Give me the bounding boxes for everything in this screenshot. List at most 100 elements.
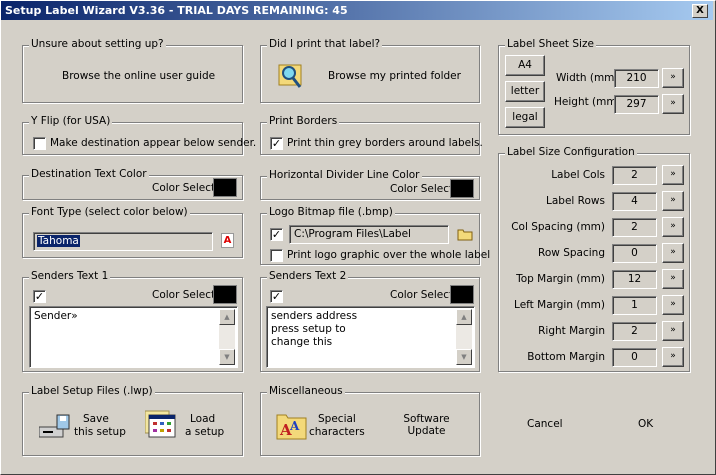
config-row-label: Left Margin (mm) [514, 299, 605, 311]
legal-button[interactable]: legal [505, 107, 545, 128]
senders-text-2-color-label: Color Select [390, 289, 454, 301]
config-row-more-button[interactable]: » [662, 165, 684, 185]
config-row-field[interactable]: 4 [612, 192, 657, 211]
special-label-2: characters [309, 426, 365, 438]
guide-legend: Unsure about setting up? [29, 38, 166, 50]
config-row-field[interactable]: 2 [612, 322, 657, 341]
config-row-more-button[interactable]: » [662, 347, 684, 367]
sheet-size-group: Label Sheet Size A4 letter legal Width (… [498, 38, 690, 135]
logo-legend: Logo Bitmap file (.bmp) [267, 206, 395, 218]
destination-color-swatch[interactable] [213, 178, 237, 197]
setup-files-group: Label Setup Files (.lwp) Save this setup… [22, 385, 243, 456]
close-button[interactable]: X [692, 4, 708, 18]
window-title: Setup Label Wizard V3.36 - TRIAL DAYS RE… [5, 4, 348, 17]
scroll-up-icon[interactable]: ▲ [219, 309, 235, 325]
senders-text-2-textarea[interactable]: senders address press setup to change th… [266, 306, 475, 368]
config-row-label: Top Margin (mm) [516, 273, 605, 285]
logo-checkbox[interactable]: ✓ [270, 228, 283, 241]
special-characters-button[interactable]: AA Special characters [276, 409, 376, 445]
config-row-field[interactable]: 2 [612, 218, 657, 237]
config-row-more-button[interactable]: » [662, 269, 684, 289]
font-picker-icon[interactable]: A [221, 233, 234, 248]
borders-checkbox[interactable]: ✓ [270, 137, 283, 150]
a4-button[interactable]: A4 [505, 55, 545, 76]
scrollbar[interactable]: ▲ ▼ [456, 309, 472, 365]
senders-text-2-group: Senders Text 2 ✓ Color Select senders ad… [260, 270, 480, 372]
borders-group: Print Borders ✓ Print thin grey borders … [260, 115, 483, 155]
senders-text-2-line: press setup to [271, 323, 346, 335]
senders-text-1-checkbox[interactable]: ✓ [33, 290, 46, 303]
divider-color-swatch[interactable] [450, 179, 474, 198]
title-bar: Setup Label Wizard V3.36 - TRIAL DAYS RE… [1, 1, 713, 20]
update-label-1: Software [403, 413, 450, 425]
printed-legend: Did I print that label? [267, 38, 383, 50]
font-legend: Font Type (select color below) [29, 206, 190, 218]
config-row-field[interactable]: 0 [612, 348, 657, 367]
height-field[interactable]: 297 [614, 95, 659, 114]
sheet-legend: Label Sheet Size [505, 38, 596, 50]
ok-button[interactable]: OK [638, 418, 653, 430]
senders-text-1-textarea[interactable]: Sender» ▲ ▼ [29, 306, 238, 368]
config-row-more-button[interactable]: » [662, 295, 684, 315]
scroll-up-icon[interactable]: ▲ [456, 309, 472, 325]
yflip-checkbox[interactable] [33, 137, 46, 150]
config-row-field[interactable]: 2 [612, 166, 657, 185]
letter-button[interactable]: letter [505, 81, 545, 102]
senders-text-1-group: Senders Text 1 ✓ Color Select Sender» ▲ ▼ [22, 270, 243, 372]
size-config-group: Label Size Configuration Label Cols 2 » Lab… [498, 146, 690, 372]
config-row-field[interactable]: 1 [612, 296, 657, 315]
senders-text-2-color-swatch[interactable] [450, 285, 474, 304]
save-label-2: this setup [74, 426, 126, 438]
load-setup-button[interactable]: Load a setup [145, 409, 235, 445]
senders-text-2-line: change this [271, 336, 333, 348]
load-label-2: a setup [185, 426, 225, 438]
config-row-label: Label Cols [551, 169, 605, 181]
divider-color-group: Horizontal Divider Line Color Color Sele… [260, 169, 480, 200]
logo-whole-checkbox[interactable] [270, 249, 283, 262]
misc-group: Miscellaneous AA Special characters Soft… [260, 385, 480, 456]
senders-text-1-color-swatch[interactable] [213, 285, 237, 304]
config-row-more-button[interactable]: » [662, 321, 684, 341]
browse-printed-button[interactable]: Browse my printed folder [328, 70, 461, 82]
config-row-field[interactable]: 0 [612, 244, 657, 263]
height-more-button[interactable]: » [662, 94, 684, 114]
update-label-2: Update [407, 425, 446, 437]
folder-search-icon [278, 64, 302, 88]
yflip-legend: Y Flip (for USA) [29, 115, 113, 127]
size-config-legend: Label Size Configuration [505, 146, 637, 158]
load-setup-icon [145, 410, 176, 438]
width-label: Width (mm) [556, 72, 619, 84]
scroll-down-icon[interactable]: ▼ [219, 349, 235, 365]
misc-legend: Miscellaneous [267, 385, 345, 397]
cancel-button[interactable]: Cancel [527, 418, 563, 430]
senders-text-2-checkbox[interactable]: ✓ [270, 290, 283, 303]
font-value: Tahoma [37, 235, 80, 247]
logo-group: Logo Bitmap file (.bmp) ✓ C:\Program Fil… [260, 206, 490, 265]
senders-text-1-content: Sender» [34, 310, 78, 322]
font-group: Font Type (select color below) Tahoma A [22, 206, 243, 258]
scroll-down-icon[interactable]: ▼ [456, 349, 472, 365]
special-label-1: Special [318, 413, 356, 425]
config-row-label: Row Spacing [538, 247, 605, 259]
senders-text-2-legend: Senders Text 2 [267, 270, 349, 282]
yflip-label[interactable]: Make destination appear below sender. [50, 137, 256, 149]
config-row-more-button[interactable]: » [662, 243, 684, 263]
config-row-more-button[interactable]: » [662, 191, 684, 211]
config-row-more-button[interactable]: » [662, 217, 684, 237]
font-field[interactable]: Tahoma [33, 232, 213, 251]
setup-files-legend: Label Setup Files (.lwp) [29, 385, 155, 397]
logo-path-field[interactable]: C:\Program Files\Label Wizard\ [289, 225, 449, 244]
guide-group: Unsure about setting up? Browse the onli… [22, 38, 243, 103]
senders-text-1-legend: Senders Text 1 [29, 270, 111, 282]
open-folder-icon[interactable] [457, 228, 473, 241]
special-characters-icon: AA [276, 414, 307, 440]
software-update-button[interactable]: Software Update [399, 413, 454, 443]
width-more-button[interactable]: » [662, 68, 684, 88]
config-row-field[interactable]: 12 [612, 270, 657, 289]
scrollbar[interactable]: ▲ ▼ [219, 309, 235, 365]
save-setup-button[interactable]: Save this setup [39, 409, 139, 445]
width-field[interactable]: 210 [614, 69, 659, 88]
logo-whole-label[interactable]: Print logo graphic over the whole label [287, 249, 490, 261]
browse-guide-button[interactable]: Browse the online user guide [62, 70, 215, 82]
borders-label[interactable]: Print thin grey borders around labels. [287, 137, 483, 149]
